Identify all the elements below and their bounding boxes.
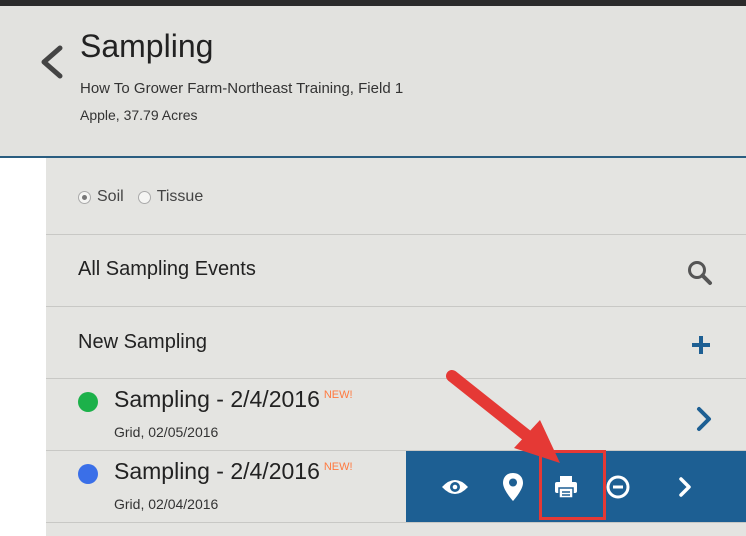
remove-button[interactable] (601, 469, 635, 505)
minus-circle-icon (606, 475, 630, 499)
divider (46, 234, 746, 235)
page-header: Sampling How To Grower Farm-Northeast Tr… (0, 6, 746, 158)
chevron-right-icon (679, 477, 691, 497)
radio-soil[interactable] (78, 190, 91, 204)
radio-tissue[interactable] (137, 190, 151, 204)
radio-tissue-label[interactable]: Tissue (157, 188, 204, 206)
new-sampling-label: New Sampling (78, 331, 207, 353)
new-badge: NEW! (323, 461, 353, 474)
chevron-right-icon[interactable] (694, 406, 714, 432)
highlight-box (539, 450, 606, 520)
status-dot (78, 464, 98, 484)
crop-subtitle: Apple, 37.79 Acres (80, 107, 198, 123)
divider (46, 306, 746, 307)
back-chevron-icon[interactable] (36, 42, 68, 82)
search-icon[interactable] (686, 259, 714, 287)
divider (46, 378, 746, 379)
open-button[interactable] (668, 469, 702, 505)
sampling-detail: Grid, 02/04/2016 (114, 496, 219, 512)
all-sampling-events-label: All Sampling Events (78, 258, 256, 280)
sampling-title: Sampling - 2/4/2016 NEW! (114, 386, 353, 412)
sample-type-selector: Soil Tissue (78, 188, 217, 206)
radio-soil-label[interactable]: Soil (97, 188, 124, 206)
divider (46, 522, 746, 523)
view-button[interactable] (438, 469, 472, 505)
map-pin-button[interactable] (496, 469, 530, 505)
map-pin-icon (503, 473, 523, 501)
sampling-detail: Grid, 02/05/2016 (114, 424, 219, 440)
page-title: Sampling (80, 28, 214, 64)
status-dot (78, 392, 98, 412)
eye-icon (442, 480, 468, 494)
add-icon[interactable] (690, 334, 712, 356)
sampling-title: Sampling - 2/4/2016 NEW! (114, 458, 353, 484)
new-badge: NEW! (323, 389, 353, 402)
field-subtitle: How To Grower Farm-Northeast Training, F… (80, 80, 404, 97)
